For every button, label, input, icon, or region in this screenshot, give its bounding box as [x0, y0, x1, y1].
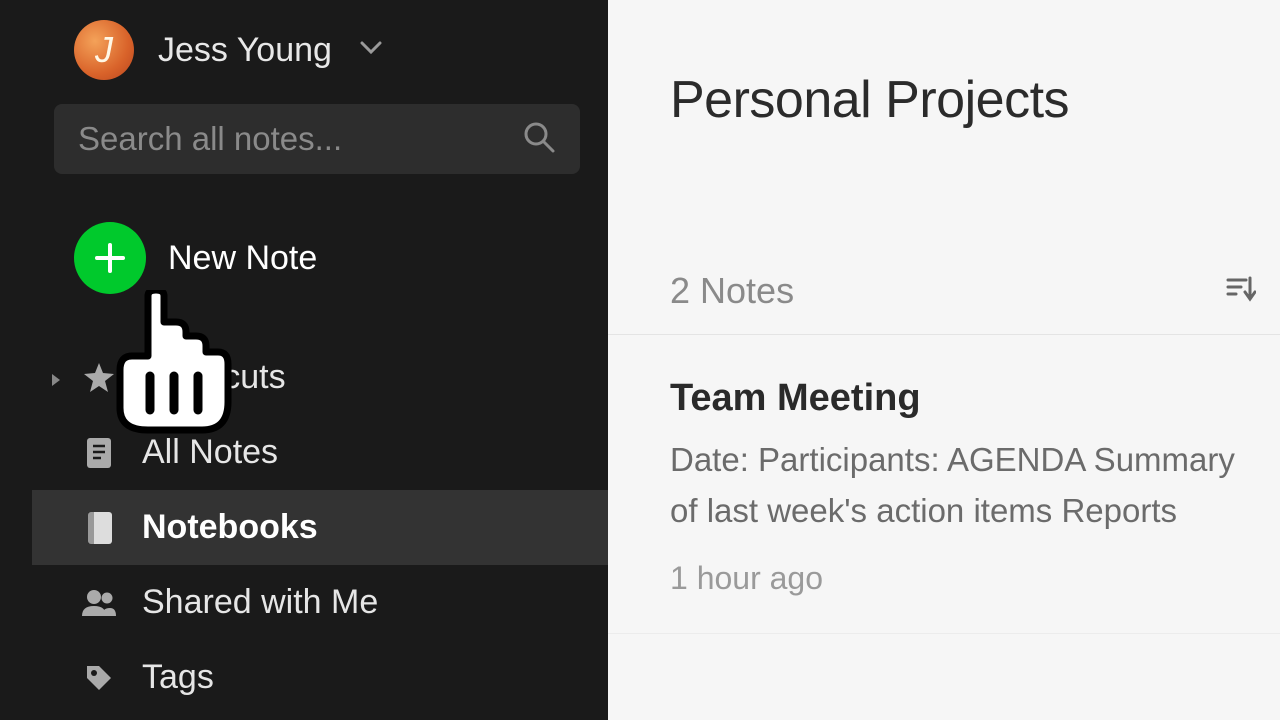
sidebar-item-shortcuts[interactable]: Shortcuts — [32, 340, 608, 415]
search-input[interactable] — [78, 120, 522, 158]
new-note-button[interactable]: New Note — [74, 222, 608, 294]
notebook-title: Personal Projects — [670, 70, 1280, 130]
nav-label-all-notes: All Notes — [142, 433, 278, 472]
search-box[interactable] — [54, 104, 580, 174]
sort-icon[interactable] — [1222, 272, 1256, 311]
chevron-down-icon — [360, 41, 382, 60]
note-list-item[interactable]: Team Meeting Date: Participants: AGENDA … — [608, 335, 1280, 634]
avatar: J — [74, 20, 134, 80]
main-pane: Personal Projects 2 Notes Team Meeting D… — [608, 0, 1280, 720]
notebook-icon — [80, 510, 118, 546]
sidebar-item-notebooks[interactable]: Notebooks — [32, 490, 608, 565]
nav-label-notebooks: Notebooks — [142, 508, 318, 547]
avatar-initial: J — [95, 29, 113, 71]
user-name: Jess Young — [158, 31, 332, 70]
user-account-menu[interactable]: J Jess Young — [32, 0, 608, 104]
nav-label-tags: Tags — [142, 658, 214, 697]
notes-count: 2 Notes — [670, 270, 794, 312]
note-icon — [80, 436, 118, 470]
disclosure-right-icon — [50, 358, 62, 397]
people-icon — [80, 588, 118, 618]
search-icon — [522, 120, 556, 159]
plus-icon — [74, 222, 146, 294]
note-title: Team Meeting — [670, 377, 1260, 420]
sidebar-item-all-notes[interactable]: All Notes — [32, 415, 608, 490]
note-timestamp: 1 hour ago — [670, 560, 1260, 597]
nav-label-shared: Shared with Me — [142, 583, 378, 622]
note-preview: Date: Participants: AGENDA Summary of la… — [670, 434, 1260, 536]
notes-count-row: 2 Notes — [608, 270, 1280, 335]
new-note-label: New Note — [168, 239, 317, 278]
sidebar-item-tags[interactable]: Tags — [32, 640, 608, 697]
sidebar: J Jess Young New Note — [0, 0, 608, 720]
notebook-header: Personal Projects — [608, 0, 1280, 130]
star-icon — [80, 361, 118, 395]
sidebar-nav: Shortcuts All Notes Notebooks Shared wit… — [32, 340, 608, 697]
sidebar-item-shared[interactable]: Shared with Me — [32, 565, 608, 640]
tag-icon — [80, 662, 118, 694]
nav-label-shortcuts: Shortcuts — [142, 358, 286, 397]
